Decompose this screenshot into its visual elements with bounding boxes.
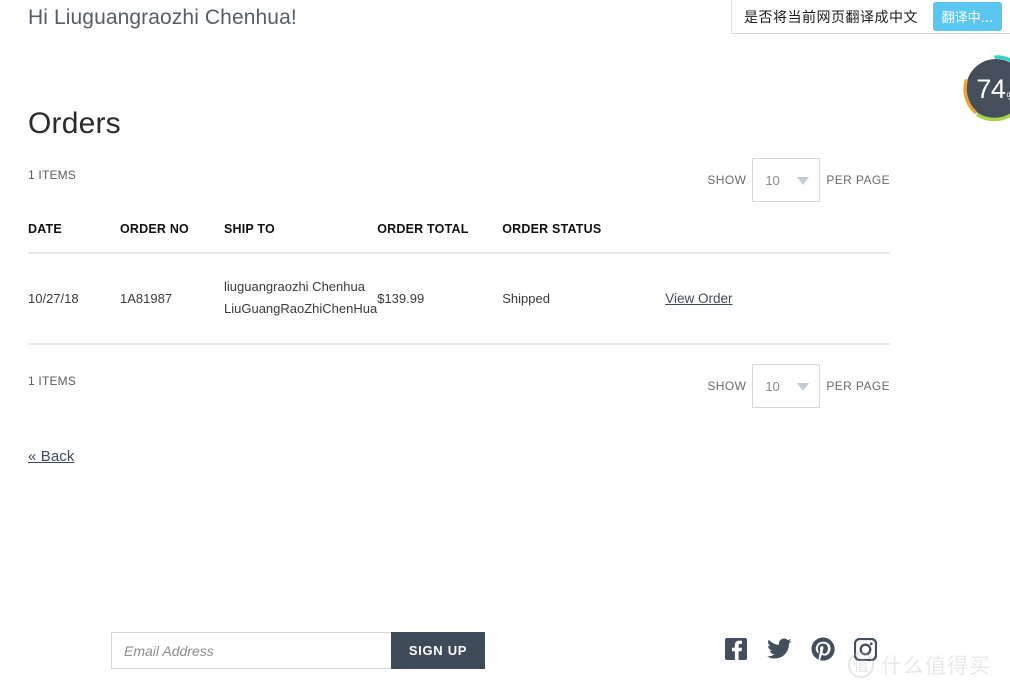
- chevron-down-icon: [797, 383, 810, 391]
- back-link[interactable]: « Back: [28, 448, 74, 465]
- page-size-value-bottom: 10: [765, 378, 780, 394]
- orders-table-body: 10/27/18 1A81987 liuguangraozhi Chenhua …: [28, 253, 890, 345]
- greeting-text: Hi Liuguangraozhi Chenhua!: [28, 6, 297, 29]
- page-size-select-top[interactable]: 10: [752, 158, 821, 202]
- chevron-down-icon: [797, 177, 810, 185]
- page-size-limiter-top: SHOW 10 PER PAGE: [707, 158, 890, 202]
- toolbar-top: 1 ITEMS SHOW 10 PER PAGE: [28, 158, 890, 202]
- pinterest-icon[interactable]: [811, 637, 835, 661]
- orders-page: 是否将当前网页翻译成中文 翻译中... 74% Hi Liuguangraozh…: [0, 0, 1010, 696]
- column-header-date: DATE: [28, 222, 120, 254]
- translate-button[interactable]: 翻译中...: [932, 2, 1002, 31]
- instagram-icon[interactable]: [854, 637, 877, 661]
- cell-order-no: 1A81987: [120, 253, 224, 345]
- cell-date: 10/27/18: [28, 253, 120, 345]
- newsletter-signup-form: SIGN UP: [111, 632, 485, 669]
- ship-to-line-1: liuguangraozhi Chenhua: [224, 279, 365, 294]
- cell-order-total: $139.99: [377, 253, 503, 345]
- cell-ship-to: liuguangraozhi Chenhua LiuGuangRaoZhiChe…: [224, 253, 378, 345]
- column-header-order-total: ORDER TOTAL: [377, 222, 503, 254]
- translate-message: 是否将当前网页翻译成中文: [744, 9, 918, 26]
- page-title: Orders: [28, 107, 121, 141]
- per-page-label-bottom: PER PAGE: [826, 379, 890, 393]
- email-field[interactable]: [111, 632, 391, 669]
- cell-actions: View Order: [665, 253, 890, 345]
- page-size-value-top: 10: [765, 172, 780, 188]
- page-size-select-bottom[interactable]: 10: [752, 364, 821, 408]
- show-label-bottom: SHOW: [707, 379, 747, 393]
- score-value-wrapper: 74%: [962, 55, 1010, 123]
- column-header-actions: [665, 222, 890, 254]
- per-page-label-top: PER PAGE: [826, 173, 890, 187]
- score-ring-widget[interactable]: 74%: [962, 55, 1010, 123]
- watermark-text: 什么值得买: [881, 654, 991, 678]
- score-unit: %: [1006, 91, 1010, 103]
- items-count-bottom: 1 ITEMS: [28, 374, 77, 388]
- ship-to-line-2: LiuGuangRaoZhiChenHua: [224, 301, 378, 317]
- orders-table-head: DATE ORDER NO SHIP TO ORDER TOTAL ORDER …: [28, 222, 890, 254]
- view-order-link[interactable]: View Order: [665, 291, 732, 306]
- show-label-top: SHOW: [707, 173, 747, 187]
- table-header-row: DATE ORDER NO SHIP TO ORDER TOTAL ORDER …: [28, 222, 890, 254]
- table-row: 10/27/18 1A81987 liuguangraozhi Chenhua …: [28, 253, 890, 345]
- column-header-order-status: ORDER STATUS: [502, 222, 666, 254]
- social-links: [724, 637, 877, 661]
- score-number: 74: [976, 73, 1006, 104]
- facebook-icon[interactable]: [724, 637, 748, 661]
- cell-order-status: Shipped: [502, 253, 666, 345]
- translate-notification-bar: 是否将当前网页翻译成中文 翻译中...: [731, 0, 1010, 34]
- sign-up-button[interactable]: SIGN UP: [391, 632, 485, 669]
- column-header-ship-to: SHIP TO: [224, 222, 378, 254]
- twitter-icon[interactable]: [767, 638, 792, 660]
- items-count-top: 1 ITEMS: [28, 168, 77, 182]
- orders-table: DATE ORDER NO SHIP TO ORDER TOTAL ORDER …: [28, 222, 890, 345]
- toolbar-bottom: 1 ITEMS SHOW 10 PER PAGE: [28, 364, 890, 408]
- column-header-order-no: ORDER NO: [120, 222, 224, 254]
- page-size-limiter-bottom: SHOW 10 PER PAGE: [707, 364, 890, 408]
